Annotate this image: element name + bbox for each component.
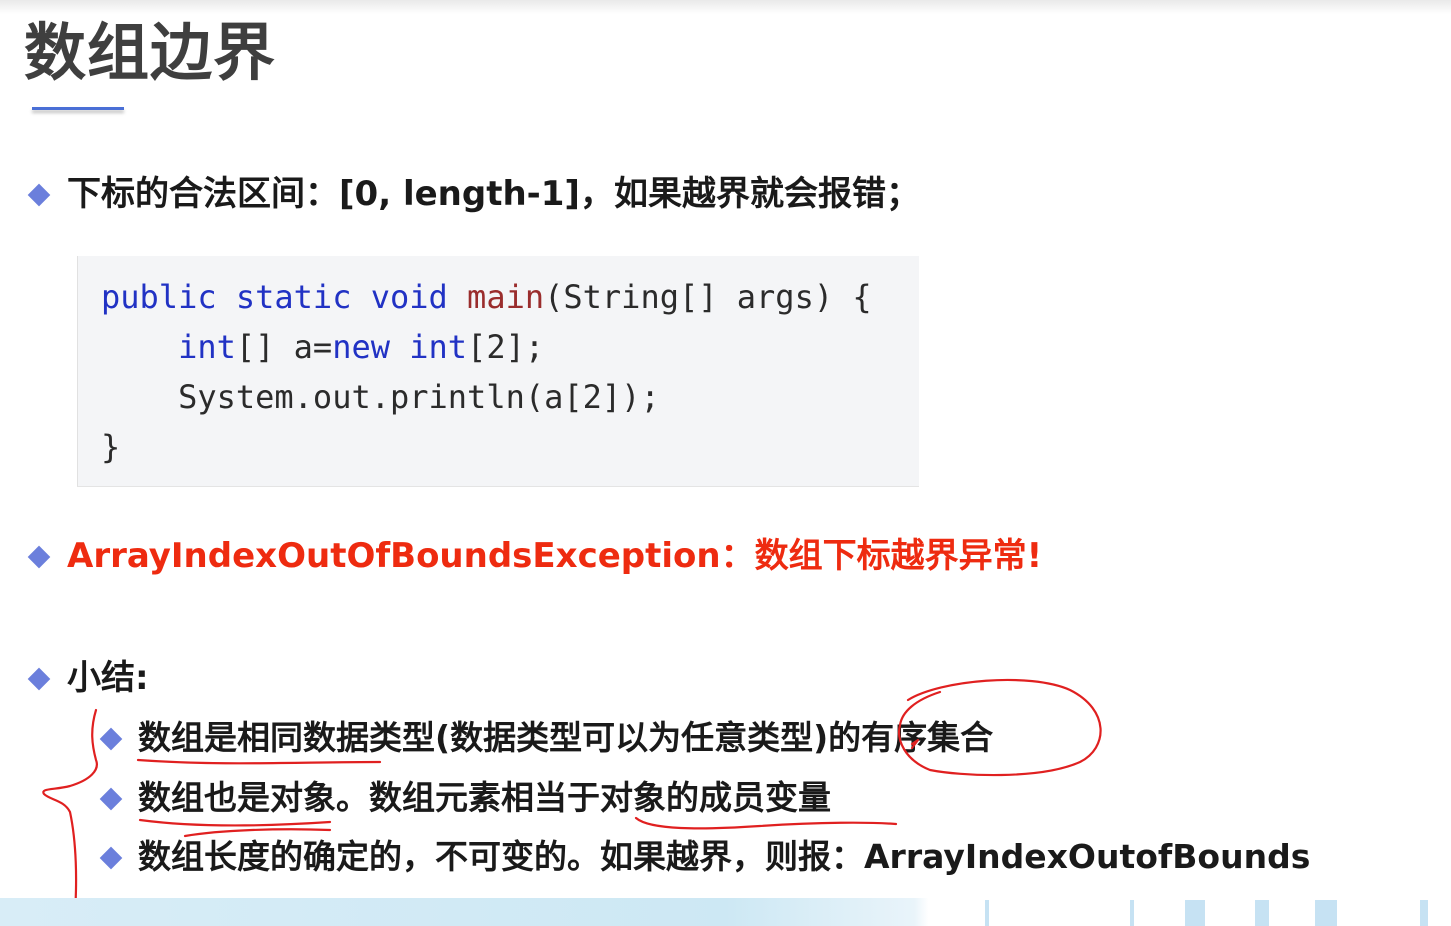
bottom-decoration (985, 900, 989, 926)
bottom-decoration (1185, 900, 1205, 926)
top-shadow (0, 0, 1451, 14)
bullet-range-text: 下标的合法区间：[0, length-1]，如果越界就会报错； (67, 174, 920, 214)
code-block: public static void main(String[] args) {… (77, 256, 919, 487)
page-title: 数组边界 (24, 16, 277, 89)
code-line-2: int[] a=new int[2]; (101, 327, 544, 367)
bullet-summary-text: 小结: (67, 658, 149, 698)
ink-left-bracket (42, 708, 98, 926)
diamond-bullet-icon (99, 787, 123, 811)
bottom-decoration (1130, 900, 1134, 926)
summary-item-1: 数组是相同数据类型(数据类型可以为任意类型)的有序集合 (138, 718, 994, 757)
bottom-band (0, 898, 1451, 926)
diamond-bullet-icon (27, 183, 51, 207)
diamond-bullet-icon (99, 727, 123, 751)
diamond-bullet-icon (27, 667, 51, 691)
code-line-4: } (101, 428, 121, 466)
bullet-exception-text: ArrayIndexOutOfBoundsException：数组下标越界异常! (67, 536, 1043, 576)
code-decl: [] a= (235, 328, 333, 366)
code-keyword-int-2: int (409, 328, 468, 366)
bottom-decoration (1255, 900, 1269, 926)
code-keywords: public static void (101, 278, 448, 316)
diamond-bullet-icon (27, 545, 51, 569)
code-keyword-int: int (178, 328, 236, 366)
summary-item-2: 数组也是对象。数组元素相当于对象的成员变量 (138, 778, 831, 817)
bottom-decoration (1420, 900, 1428, 926)
bottom-decoration (1315, 900, 1337, 926)
code-line-1: public static void main(String[] args) { (101, 277, 872, 317)
code-method-name: main (467, 278, 545, 316)
title-underline (32, 107, 124, 110)
code-alloc: [2]; (467, 328, 545, 366)
ink-underline-1 (136, 758, 382, 765)
diamond-bullet-icon (99, 846, 123, 870)
code-params: (String[] args) { (544, 278, 872, 316)
code-keyword-new: new (332, 328, 390, 366)
ink-underline-2a (138, 818, 332, 827)
code-line-3: System.out.println(a[2]); (101, 378, 660, 416)
summary-item-3: 数组长度的确定的，不可变的。如果越界，则报：ArrayIndexOutofBou… (138, 837, 1311, 876)
